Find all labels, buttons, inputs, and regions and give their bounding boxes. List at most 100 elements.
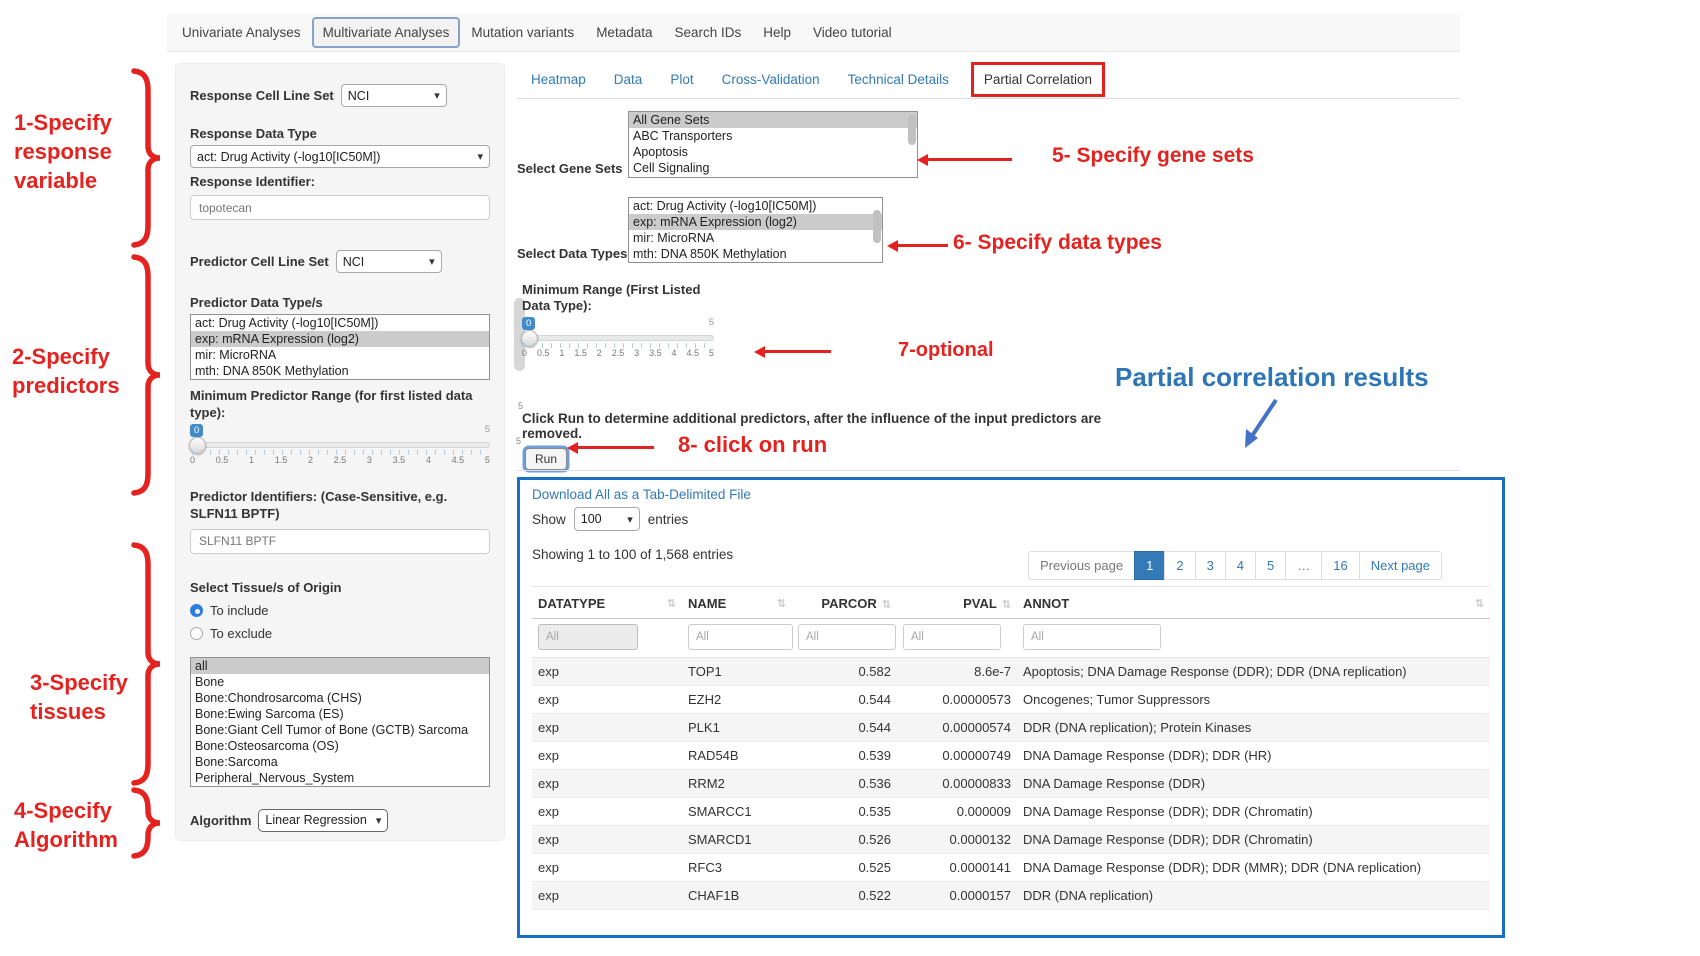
top-navigation: Univariate AnalysesMultivariate Analyses… (167, 14, 1460, 52)
cell-annot: DNA Damage Response (DDR); DDR (Chromati… (1017, 798, 1490, 826)
nav-item[interactable]: Multivariate Analyses (312, 17, 461, 48)
filter-parcor-input[interactable] (798, 624, 896, 650)
listbox-option[interactable]: ABC Transporters (629, 128, 917, 144)
page-button[interactable]: 5 (1255, 551, 1286, 580)
min-predictor-range-slider[interactable]: 0 5 00.511.522.533.544.55 (190, 426, 490, 464)
tab-technical-details[interactable]: Technical Details (834, 72, 963, 87)
nav-item[interactable]: Video tutorial (802, 17, 903, 48)
tick-label: 2 (597, 348, 602, 358)
previous-page-button[interactable]: Previous page (1028, 551, 1135, 580)
algorithm-select[interactable]: Linear Regression▾ (258, 809, 388, 832)
listbox-option[interactable]: All Gene Sets (629, 112, 917, 128)
listbox-option[interactable]: mir: MicroRNA (629, 230, 882, 246)
page-button[interactable]: … (1285, 551, 1322, 580)
cell-pval: 0.0000132 (897, 826, 1017, 854)
tissues-listbox[interactable]: allBoneBone:Chondrosarcoma (CHS)Bone:Ewi… (190, 657, 490, 787)
sort-icon[interactable]: ⇅ (777, 597, 786, 610)
listbox-option[interactable]: Apoptosis (629, 144, 917, 160)
nav-item[interactable]: Mutation variants (460, 17, 585, 48)
tick-label: 1 (559, 348, 564, 358)
cell-name: RRM2 (682, 770, 792, 798)
column-header-pval[interactable]: PVAL⇅ (897, 587, 1017, 619)
cell-pval: 0.000009 (897, 798, 1017, 826)
listbox-option[interactable]: act: Drug Activity (-log10[IC50M]) (629, 198, 882, 214)
show-label: Show (532, 512, 566, 527)
run-button[interactable]: Run (525, 448, 567, 470)
listbox-option[interactable]: Cell Signaling (629, 160, 917, 176)
page-button[interactable]: 1 (1134, 551, 1165, 580)
cell-pval: 0.0000141 (897, 854, 1017, 882)
listbox-option[interactable]: act: Drug Activity (-log10[IC50M]) (191, 315, 489, 331)
chevron-down-icon: ▾ (429, 255, 435, 268)
listbox-option[interactable]: all (191, 658, 489, 674)
listbox-option[interactable]: exp: mRNA Expression (log2) (191, 331, 489, 347)
slider-track[interactable] (522, 335, 714, 341)
nav-item[interactable]: Help (752, 17, 802, 48)
predictor-data-types-listbox[interactable]: act: Drug Activity (-log10[IC50M])exp: m… (190, 314, 490, 380)
radio-icon[interactable] (190, 627, 203, 640)
scrollbar-thumb[interactable] (873, 210, 881, 243)
sort-icon[interactable]: ⇅ (1475, 597, 1484, 610)
response-data-type-select[interactable]: act: Drug Activity (-log10[IC50M])▾ (190, 145, 490, 168)
page-button[interactable]: 2 (1164, 551, 1195, 580)
page-button[interactable]: 4 (1225, 551, 1256, 580)
listbox-option[interactable]: Bone:Chondrosarcoma (CHS) (191, 690, 489, 706)
gene-sets-listbox[interactable]: All Gene SetsABC TransportersApoptosisCe… (628, 111, 918, 178)
annotation-step6: 6- Specify data types (953, 229, 1162, 257)
page-button[interactable]: 16 (1321, 551, 1359, 580)
sort-icon[interactable]: ⇅ (882, 599, 891, 611)
cell-datatype: exp (532, 714, 682, 742)
listbox-option[interactable]: mth: DNA 850K Methylation (629, 246, 882, 262)
listbox-option[interactable]: Peripheral_Nervous_System (191, 770, 489, 786)
listbox-option[interactable]: Bone:Sarcoma (191, 754, 489, 770)
tick-label: 1.5 (275, 455, 288, 465)
chevron-down-icon: ▾ (627, 513, 633, 526)
next-page-button[interactable]: Next page (1359, 551, 1442, 580)
listbox-option[interactable]: Bone:Giant Cell Tumor of Bone (GCTB) Sar… (191, 722, 489, 738)
column-header-name[interactable]: NAME⇅ (682, 587, 792, 619)
listbox-option[interactable]: mir: MicroRNA (191, 347, 489, 363)
filter-annot-input[interactable] (1023, 624, 1161, 650)
page-size-select[interactable]: 100▾ (574, 507, 640, 531)
listbox-option[interactable]: mth: DNA 850K Methylation (191, 363, 489, 379)
listbox-option[interactable]: Bone (191, 674, 489, 690)
filter-datatype-input[interactable] (538, 624, 638, 650)
predictor-cell-line-set-select[interactable]: NCI▾ (336, 250, 442, 273)
data-types-listbox[interactable]: act: Drug Activity (-log10[IC50M])exp: m… (628, 197, 883, 263)
nav-item[interactable]: Metadata (585, 17, 663, 48)
column-header-datatype[interactable]: DATATYPE⇅ (532, 587, 682, 619)
listbox-option[interactable]: Bone:Osteosarcoma (OS) (191, 738, 489, 754)
filter-pval-input[interactable] (903, 624, 1001, 650)
tab-cross-validation[interactable]: Cross-Validation (708, 72, 834, 87)
scrollbar-thumb[interactable] (908, 115, 916, 145)
response-cell-line-set-select[interactable]: NCI▾ (341, 84, 447, 107)
response-identifier-label: Response Identifier: (190, 174, 490, 189)
column-header-parcor[interactable]: PARCOR⇅ (792, 587, 897, 619)
page-button[interactable]: 3 (1195, 551, 1226, 580)
filter-name-input[interactable] (688, 624, 793, 650)
response-identifier-input[interactable] (190, 195, 490, 220)
predictor-identifiers-input[interactable] (190, 529, 490, 554)
pagination: Previous page12345…16Next page (1029, 551, 1442, 580)
cell-parcor: 0.536 (792, 770, 897, 798)
tab-data[interactable]: Data (600, 72, 657, 87)
tab-plot[interactable]: Plot (656, 72, 707, 87)
column-header-annot[interactable]: ANNOT⇅ (1017, 587, 1490, 619)
sort-icon[interactable]: ⇅ (667, 597, 676, 610)
min-range-slider[interactable]: 0 5 00.511.522.533.544.55 (522, 319, 714, 357)
radio-icon[interactable] (190, 604, 203, 617)
nav-item[interactable]: Search IDs (663, 17, 752, 48)
listbox-option[interactable]: Bone:Ewing Sarcoma (ES) (191, 706, 489, 722)
annotation-step3: 3-Specify tissues (30, 668, 140, 726)
slider-track[interactable] (190, 442, 490, 448)
nav-item[interactable]: Univariate Analyses (171, 17, 312, 48)
listbox-option[interactable]: exp: mRNA Expression (log2) (629, 214, 882, 230)
sort-icon[interactable]: ⇅ (1002, 599, 1011, 611)
tab-partial-correlation[interactable]: Partial Correlation (971, 62, 1105, 97)
predictor-cell-line-set-label: Predictor Cell Line Set (190, 254, 329, 269)
tick-label: 3 (634, 348, 639, 358)
table-row: exp RRM2 0.536 0.00000833 DNA Damage Res… (532, 770, 1490, 798)
download-link[interactable]: Download All as a Tab-Delimited File (532, 487, 1490, 502)
blue-arrow-icon (1232, 396, 1284, 454)
tab-heatmap[interactable]: Heatmap (517, 72, 600, 87)
